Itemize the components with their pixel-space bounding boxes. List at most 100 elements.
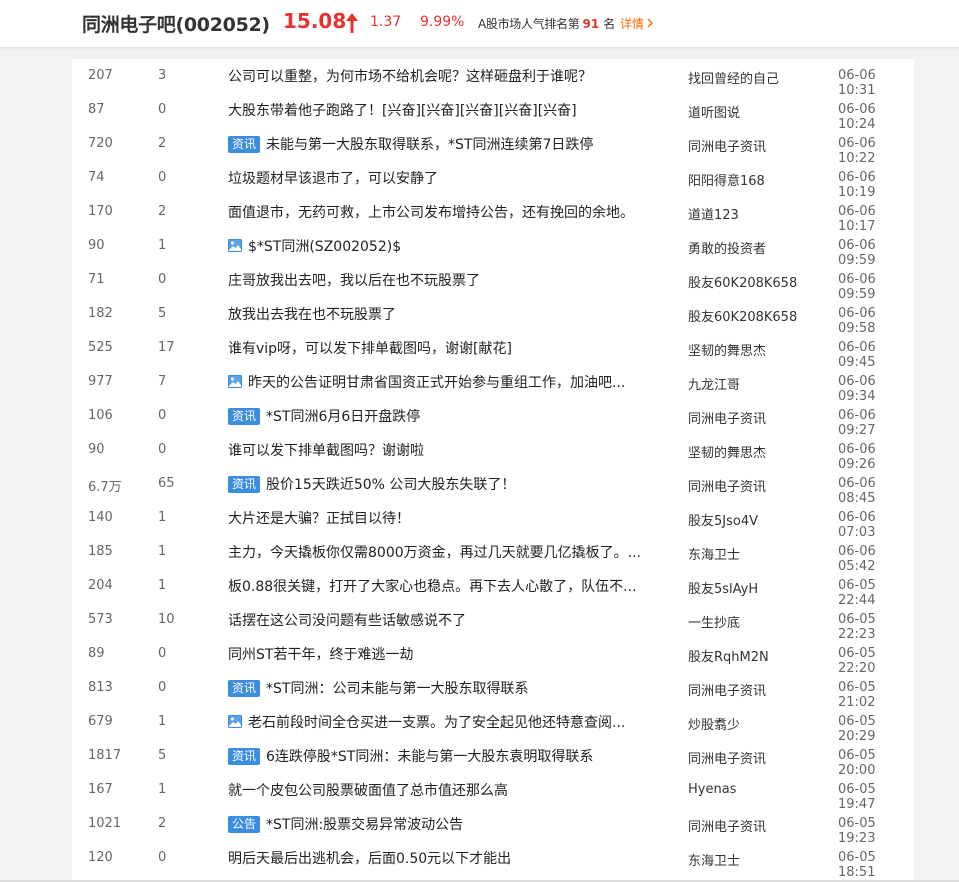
- post-title-cell: 资讯 *ST同洲：公司未能与第一大股东取得联系: [228, 678, 668, 698]
- image-icon: [228, 239, 242, 252]
- post-title-link[interactable]: 6连跌停股*ST同洲：未能与第一大股东袁明取得联系: [266, 749, 593, 765]
- price-change-percent: 9.99%: [420, 14, 465, 30]
- post-author-link[interactable]: 坚韧的舞思杰: [688, 340, 766, 359]
- post-author-link[interactable]: 同洲电子资讯: [688, 748, 766, 767]
- post-row: 6.7万 65 资讯 股价15天跌近50% 公司大股东失联了！ 同洲电子资讯 06…: [72, 467, 914, 506]
- post-row: 106 0 资讯 *ST同洲6月6日开盘跌停 同洲电子资讯 06-06 09:27: [72, 399, 914, 438]
- post-read-count: 6.7万: [88, 480, 122, 495]
- post-author-link[interactable]: 股友5slAyH: [688, 578, 758, 597]
- post-reply-count: 0: [158, 272, 167, 287]
- post-title-link[interactable]: 未能与第一大股东取得联系，*ST同洲连续第7日跌停: [266, 137, 593, 153]
- post-tag-badge[interactable]: 资讯: [228, 680, 261, 697]
- post-title-link[interactable]: *ST同洲：公司未能与第一大股东取得联系: [266, 681, 528, 697]
- post-reply-count: 0: [158, 646, 167, 661]
- post-title-cell: 放我出去我在也不玩股票了: [228, 304, 668, 324]
- post-title-link[interactable]: 庄哥放我出去吧，我以后在也不玩股票了: [228, 273, 480, 289]
- post-read-count: 207: [88, 68, 113, 83]
- post-row: 71 0 庄哥放我出去吧，我以后在也不玩股票了 股友60K208K658 06-…: [72, 263, 914, 302]
- post-title-link[interactable]: *ST同洲6月6日开盘跌停: [266, 409, 420, 425]
- post-title-link[interactable]: 明后天最后出逃机会，后面0.50元以下才能出: [228, 851, 511, 867]
- post-row: 182 5 放我出去我在也不玩股票了 股友60K208K658 06-06 09…: [72, 297, 914, 336]
- post-author-link[interactable]: 东海卫士: [688, 850, 740, 869]
- post-title-cell: 资讯 *ST同洲6月6日开盘跌停: [228, 406, 668, 426]
- post-title-link[interactable]: 昨天的公告证明甘肃省国资正式开始参与重组工作，加油吧...: [248, 375, 625, 391]
- post-read-count: 182: [88, 306, 113, 321]
- post-tag-badge[interactable]: 资讯: [228, 748, 261, 765]
- post-title-link[interactable]: 老石前段时间全仓买进一支票。为了安全起见他还特意查阅...: [248, 715, 625, 731]
- post-reply-count: 3: [158, 68, 167, 83]
- post-title-cell: 明后天最后出逃机会，后面0.50元以下才能出: [228, 848, 668, 868]
- post-author-link[interactable]: 道听图说: [688, 102, 740, 121]
- post-author-link[interactable]: 股友60K208K658: [688, 306, 797, 325]
- detail-link[interactable]: 详情: [620, 15, 654, 32]
- post-row: 185 1 主力，今天撬板你仅需8000万资金，再过几天就要几亿撬板了。... …: [72, 535, 914, 574]
- post-title-link[interactable]: 谁有vip呀，可以发下排单截图吗，谢谢[献花]: [228, 341, 512, 357]
- image-icon: [228, 715, 242, 728]
- post-author-link[interactable]: 股友5Jso4V: [688, 510, 758, 529]
- post-author-link[interactable]: 一生抄底: [688, 612, 740, 631]
- post-author-link[interactable]: 勇敢的投资者: [688, 238, 766, 257]
- post-title-cell: 昨天的公告证明甘肃省国资正式开始参与重组工作，加油吧...: [228, 372, 668, 392]
- post-author-link[interactable]: 同洲电子资讯: [688, 136, 766, 155]
- post-title-link[interactable]: 话摆在这公司没问题有些话敏感说不了: [228, 613, 466, 629]
- post-title-link[interactable]: 谁可以发下排单截图吗？谢谢啦: [228, 443, 424, 459]
- bar-title[interactable]: 同洲电子吧(002052): [82, 10, 270, 37]
- post-read-count: 167: [88, 782, 113, 797]
- post-row: 120 0 明后天最后出逃机会，后面0.50元以下才能出 东海卫士 06-05 …: [72, 841, 914, 880]
- post-row: 90 0 谁可以发下排单截图吗？谢谢啦 坚韧的舞思杰 06-06 09:26: [72, 433, 914, 472]
- post-reply-count: 1: [158, 578, 167, 593]
- post-title-link[interactable]: 板0.88很关键，打开了大家心也稳点。再下去人心散了，队伍不...: [228, 579, 637, 595]
- post-read-count: 525: [88, 340, 113, 355]
- post-title-link[interactable]: $*ST同洲(SZ002052)$: [248, 239, 401, 255]
- post-row: 87 0 大股东带着他子跑路了！[兴奋][兴奋][兴奋][兴奋][兴奋] 道听图…: [72, 93, 914, 132]
- post-author-link[interactable]: Hyenas: [688, 782, 736, 797]
- post-reply-count: 10: [158, 612, 175, 627]
- post-row: 90 1 $*ST同洲(SZ002052)$ 勇敢的投资者 06-06 09:5…: [72, 229, 914, 268]
- post-author-link[interactable]: 同洲电子资讯: [688, 476, 766, 495]
- post-title-link[interactable]: 面值退市，无药可救，上市公司发布增持公告，还有挽回的余地。: [228, 205, 634, 221]
- post-title-cell: 面值退市，无药可救，上市公司发布增持公告，还有挽回的余地。: [228, 202, 668, 222]
- post-title-link[interactable]: 主力，今天撬板你仅需8000万资金，再过几天就要几亿撬板了。...: [228, 545, 641, 561]
- post-reply-count: 7: [158, 374, 167, 389]
- post-tag-badge[interactable]: 资讯: [228, 476, 261, 493]
- post-title-link[interactable]: *ST同洲:股票交易异常波动公告: [266, 817, 463, 833]
- post-reply-count: 65: [158, 476, 175, 491]
- post-title-link[interactable]: 大片还是大骗？正拭目以待！: [228, 511, 410, 527]
- post-title-cell: 资讯 6连跌停股*ST同洲：未能与第一大股东袁明取得联系: [228, 746, 668, 766]
- post-reply-count: 0: [158, 408, 167, 423]
- post-row: 720 2 资讯 未能与第一大股东取得联系，*ST同洲连续第7日跌停 同洲电子资讯…: [72, 127, 914, 166]
- post-reply-count: 0: [158, 442, 167, 457]
- post-title-link[interactable]: 公司可以重整，为何市场不给机会呢？这样砸盘利于谁呢？: [228, 69, 592, 85]
- post-read-count: 185: [88, 544, 113, 559]
- post-tag-badge[interactable]: 资讯: [228, 408, 261, 425]
- post-author-link[interactable]: 东海卫士: [688, 544, 740, 563]
- post-author-link[interactable]: 炒股翥少: [688, 714, 740, 733]
- post-row: 140 1 大片还是大骗？正拭目以待！ 股友5Jso4V 06-06 07:03: [72, 501, 914, 540]
- post-tag-badge[interactable]: 资讯: [228, 136, 261, 153]
- post-author-link[interactable]: 同洲电子资讯: [688, 816, 766, 835]
- post-list: 207 3 公司可以重整，为何市场不给机会呢？这样砸盘利于谁呢？ 找回曾经的自己…: [72, 59, 914, 882]
- post-author-link[interactable]: 股友60K208K658: [688, 272, 797, 291]
- post-author-link[interactable]: 九龙江哥: [688, 374, 740, 393]
- post-row: 525 17 谁有vip呀，可以发下排单截图吗，谢谢[献花] 坚韧的舞思杰 06…: [72, 331, 914, 370]
- post-title-link[interactable]: 股价15天跌近50% 公司大股东失联了！: [266, 477, 515, 493]
- post-tag-badge[interactable]: 公告: [228, 816, 261, 833]
- post-read-count: 89: [88, 646, 105, 661]
- post-title-link[interactable]: 垃圾题材早该退市了，可以安静了: [228, 171, 438, 187]
- post-author-link[interactable]: 坚韧的舞思杰: [688, 442, 766, 461]
- post-author-link[interactable]: 找回曾经的自己: [688, 68, 779, 87]
- post-read-count: 106: [88, 408, 113, 423]
- post-author-link[interactable]: 同洲电子资讯: [688, 408, 766, 427]
- post-author-link[interactable]: 股友RqhM2N: [688, 646, 769, 665]
- post-author-link[interactable]: 同洲电子资讯: [688, 680, 766, 699]
- post-title-link[interactable]: 大股东带着他子跑路了！[兴奋][兴奋][兴奋][兴奋][兴奋]: [228, 103, 577, 119]
- post-author-link[interactable]: 道道123: [688, 204, 739, 223]
- post-title-link[interactable]: 同州ST若干年，终于难逃一劫: [228, 647, 413, 663]
- post-title-cell: 同州ST若干年，终于难逃一劫: [228, 644, 668, 664]
- post-row: 813 0 资讯 *ST同洲：公司未能与第一大股东取得联系 同洲电子资讯 06-0…: [72, 671, 914, 710]
- post-read-count: 204: [88, 578, 113, 593]
- post-author-link[interactable]: 阳阳得意168: [688, 170, 765, 189]
- post-title-link[interactable]: 就一个皮包公司股票破面值了总市值还那么高: [228, 783, 508, 799]
- post-title-link[interactable]: 放我出去我在也不玩股票了: [228, 307, 396, 323]
- post-read-count: 573: [88, 612, 113, 627]
